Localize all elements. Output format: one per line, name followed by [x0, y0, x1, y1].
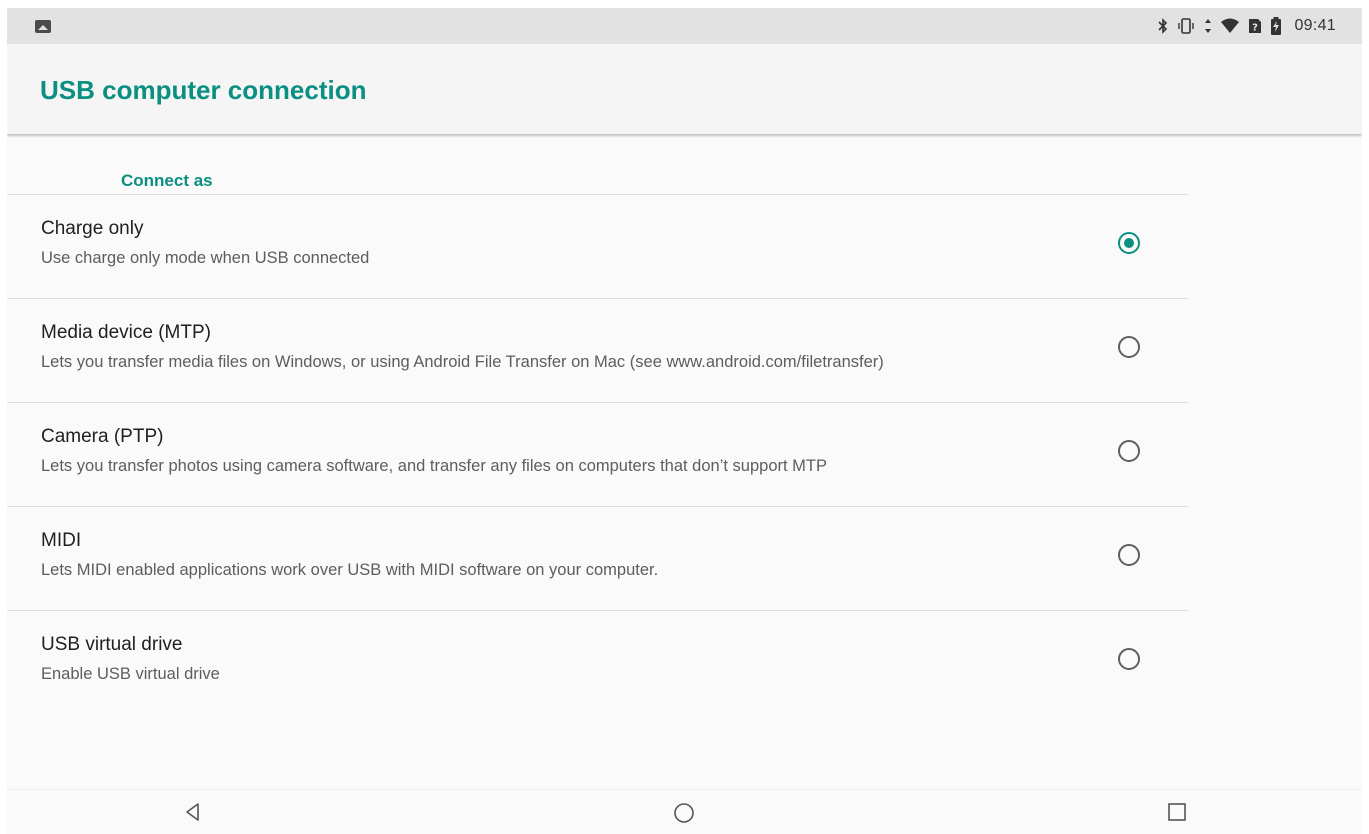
wifi-icon [1221, 18, 1240, 33]
status-time: 09:41 [1294, 17, 1336, 34]
option-charge-only[interactable]: Charge only Use charge only mode when US… [7, 195, 1188, 299]
option-subtitle: Use charge only mode when USB connected [41, 249, 370, 267]
option-subtitle: Enable USB virtual drive [41, 665, 220, 683]
radio-button[interactable] [1118, 440, 1140, 462]
vibrate-icon [1178, 18, 1195, 34]
radio-button[interactable] [1118, 648, 1140, 670]
recents-icon[interactable] [1167, 802, 1187, 822]
option-subtitle: Lets MIDI enabled applications work over… [41, 561, 659, 579]
bluetooth-icon [1158, 18, 1168, 34]
radio-button-checked[interactable] [1118, 232, 1140, 254]
page-title: USB computer connection [40, 75, 367, 105]
radio-button[interactable] [1118, 336, 1140, 358]
data-arrows-icon [1205, 19, 1212, 33]
settings-list: Connect as Charge only Use charge only m… [7, 134, 1362, 789]
navigation-bar [7, 789, 1362, 834]
option-title: Charge only [41, 218, 144, 239]
option-title: Camera (PTP) [41, 426, 164, 447]
svg-text:?: ? [1253, 23, 1259, 34]
screen: ? 09:41 USB computer connection Connect … [7, 8, 1362, 834]
battery-charging-icon [1271, 17, 1282, 35]
status-icons: ? 09:41 [1158, 8, 1336, 44]
option-subtitle: Lets you transfer media files on Windows… [41, 353, 884, 371]
section-header-label: Connect as [121, 171, 213, 190]
option-title: Media device (MTP) [41, 322, 211, 343]
back-icon[interactable] [183, 802, 203, 822]
option-title: MIDI [41, 530, 82, 551]
app-bar: USB computer connection [7, 44, 1362, 134]
option-camera-ptp[interactable]: Camera (PTP) Lets you transfer photos us… [7, 403, 1188, 507]
gallery-notification-icon [35, 20, 51, 33]
option-subtitle: Lets you transfer photos using camera so… [41, 457, 827, 475]
option-title: USB virtual drive [41, 634, 183, 655]
option-usb-virtual-drive[interactable]: USB virtual drive Enable USB virtual dri… [7, 611, 1188, 714]
option-midi[interactable]: MIDI Lets MIDI enabled applications work… [7, 507, 1188, 611]
option-media-device-mtp[interactable]: Media device (MTP) Lets you transfer med… [7, 299, 1188, 403]
status-bar: ? 09:41 [7, 8, 1362, 44]
radio-button[interactable] [1118, 544, 1140, 566]
no-sim-icon: ? [1249, 19, 1262, 34]
section-header: Connect as [7, 171, 1188, 195]
home-icon[interactable] [673, 802, 695, 824]
